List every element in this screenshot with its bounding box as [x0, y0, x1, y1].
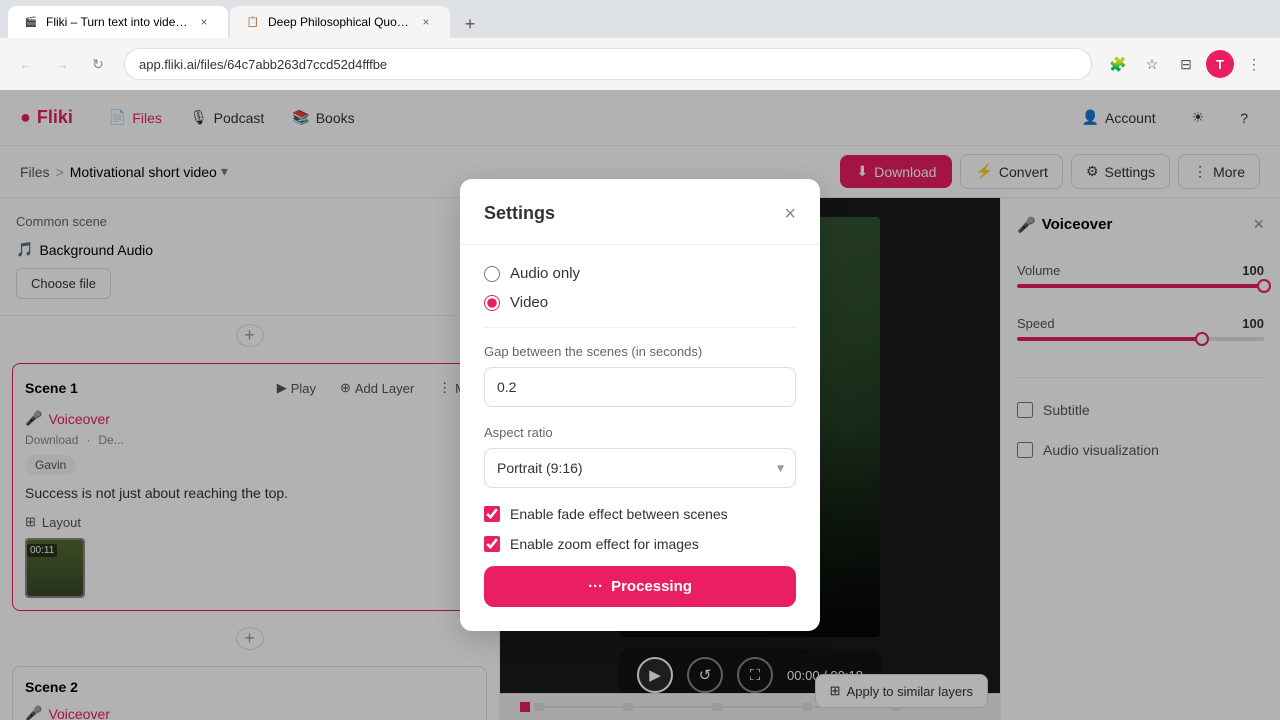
menu-button[interactable]: ⋮	[1240, 50, 1268, 78]
fade-effect-checkbox[interactable]	[484, 506, 500, 522]
bookmark-button[interactable]: ☆	[1138, 50, 1166, 78]
modal-overlay[interactable]: Settings × Audio only Video Gap between …	[0, 90, 1280, 720]
gap-group: Gap between the scenes (in seconds)	[484, 344, 796, 407]
tab-title-2: Deep Philosophical Quotes	[268, 15, 410, 29]
address-bar[interactable]: app.fliki.ai/files/64c7abb263d7ccd52d4ff…	[124, 48, 1092, 80]
processing-icon: ···	[588, 578, 603, 595]
aspect-ratio-select[interactable]: Portrait (9:16) Landscape (16:9) Square …	[484, 448, 796, 488]
new-tab-button[interactable]: +	[456, 10, 484, 38]
audio-only-row: Audio only	[484, 265, 796, 282]
profile-button[interactable]: T	[1206, 50, 1234, 78]
modal-header: Settings ×	[484, 203, 796, 224]
forward-button[interactable]: →	[48, 50, 76, 78]
modal-inner-divider	[484, 327, 796, 328]
browser-chrome: 🎬 Fliki – Turn text into videos wi... × …	[0, 0, 1280, 90]
reload-button[interactable]: ↻	[84, 50, 112, 78]
aspect-ratio-group: Aspect ratio Portrait (9:16) Landscape (…	[484, 425, 796, 488]
modal-close-button[interactable]: ×	[784, 204, 796, 224]
video-row: Video	[484, 294, 796, 311]
zoom-effect-checkbox[interactable]	[484, 536, 500, 552]
browser-tab-2[interactable]: 📋 Deep Philosophical Quotes ×	[230, 6, 450, 38]
aspect-ratio-label: Aspect ratio	[484, 425, 796, 440]
tab-favicon-2: 📋	[246, 15, 260, 29]
settings-modal: Settings × Audio only Video Gap between …	[460, 179, 820, 631]
processing-label: Processing	[611, 578, 692, 595]
tab-favicon-1: 🎬	[24, 15, 38, 29]
zoom-effect-row: Enable zoom effect for images	[484, 536, 796, 552]
modal-title: Settings	[484, 203, 555, 224]
audio-only-label: Audio only	[510, 265, 580, 282]
back-button[interactable]: ←	[12, 50, 40, 78]
tab-search-button[interactable]: ⊟	[1172, 50, 1200, 78]
video-label: Video	[510, 294, 548, 311]
processing-button[interactable]: ··· Processing	[484, 566, 796, 607]
tab-close-2[interactable]: ×	[418, 14, 434, 30]
fade-effect-label: Enable fade effect between scenes	[510, 506, 728, 522]
zoom-effect-label: Enable zoom effect for images	[510, 536, 699, 552]
video-radio[interactable]	[484, 295, 500, 311]
extensions-button[interactable]: 🧩	[1104, 50, 1132, 78]
tab-close-1[interactable]: ×	[196, 14, 212, 30]
audio-only-radio[interactable]	[484, 266, 500, 282]
browser-tab-1[interactable]: 🎬 Fliki – Turn text into videos wi... ×	[8, 6, 228, 38]
address-text: app.fliki.ai/files/64c7abb263d7ccd52d4ff…	[139, 57, 387, 72]
tab-title-1: Fliki – Turn text into videos wi...	[46, 15, 188, 29]
fade-effect-row: Enable fade effect between scenes	[484, 506, 796, 522]
gap-label: Gap between the scenes (in seconds)	[484, 344, 796, 359]
aspect-ratio-select-wrapper: Portrait (9:16) Landscape (16:9) Square …	[484, 448, 796, 488]
gap-input[interactable]	[484, 367, 796, 407]
modal-divider	[460, 244, 820, 245]
